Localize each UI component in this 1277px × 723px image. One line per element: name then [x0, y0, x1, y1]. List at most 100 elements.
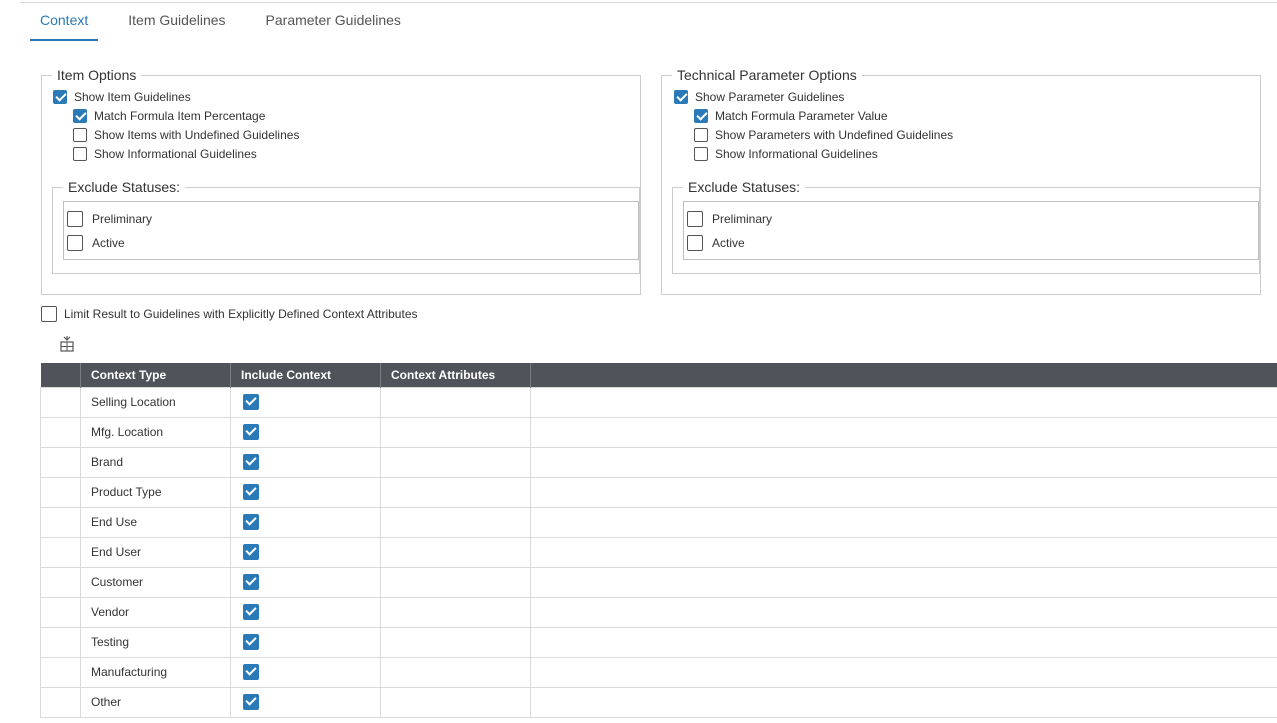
context-attributes-cell[interactable] [380, 416, 531, 448]
row-selector-cell[interactable] [40, 416, 81, 448]
context-type-cell: Customer [80, 566, 231, 598]
filler-cell [530, 476, 1277, 508]
filler-cell [530, 506, 1277, 538]
table-row[interactable]: Selling Location [40, 386, 1277, 418]
show-informational-param-option[interactable]: Show Informational Guidelines [694, 147, 878, 161]
show-informational-option[interactable]: Show Informational Guidelines [73, 147, 257, 161]
context-attributes-cell[interactable] [380, 596, 531, 628]
show-items-undefined-option[interactable]: Show Items with Undefined Guidelines [73, 128, 299, 142]
context-type-cell: Mfg. Location [80, 416, 231, 448]
table-row[interactable]: Other [40, 686, 1277, 718]
tab-context[interactable]: Context [30, 4, 99, 41]
show-parameter-guidelines-checkbox[interactable] [674, 90, 688, 104]
include-context-checkbox[interactable] [243, 484, 259, 500]
show-informational-param-checkbox[interactable] [694, 147, 708, 161]
context-attributes-cell[interactable] [380, 686, 531, 718]
status-active-option[interactable]: Active [687, 235, 745, 251]
context-attributes-cell[interactable] [380, 386, 531, 418]
row-selector-cell[interactable] [40, 566, 81, 598]
context-type-cell: End User [80, 536, 231, 568]
include-context-checkbox[interactable] [243, 694, 259, 710]
table-header-row: Context Type Include Context Context Att… [40, 363, 1277, 387]
status-label: Active [92, 236, 125, 250]
table-row[interactable]: Vendor [40, 596, 1277, 628]
row-selector-cell[interactable] [40, 446, 81, 478]
show-informational-checkbox[interactable] [73, 147, 87, 161]
table-row[interactable]: Brand [40, 446, 1277, 478]
table-row[interactable]: Customer [40, 566, 1277, 598]
show-parameters-undefined-option[interactable]: Show Parameters with Undefined Guideline… [694, 128, 953, 142]
include-context-checkbox[interactable] [243, 424, 259, 440]
option-label: Show Informational Guidelines [94, 147, 257, 161]
include-context-checkbox[interactable] [243, 544, 259, 560]
context-type-header[interactable]: Context Type [80, 363, 231, 387]
include-context-checkbox[interactable] [243, 394, 259, 410]
context-attributes-cell[interactable] [380, 536, 531, 568]
match-formula-parameter-value-checkbox[interactable] [694, 109, 708, 123]
context-type-cell: Brand [80, 446, 231, 478]
status-active-checkbox[interactable] [687, 235, 703, 251]
include-context-cell [230, 476, 381, 508]
tab-item-guidelines[interactable]: Item Guidelines [118, 4, 235, 41]
status-active-option[interactable]: Active [67, 235, 125, 251]
status-active-checkbox[interactable] [67, 235, 83, 251]
row-selector-cell[interactable] [40, 386, 81, 418]
include-context-cell [230, 506, 381, 538]
row-selector-cell[interactable] [40, 596, 81, 628]
include-context-header[interactable]: Include Context [230, 363, 381, 387]
table-row[interactable]: Manufacturing [40, 656, 1277, 688]
status-preliminary-checkbox[interactable] [687, 211, 703, 227]
show-items-undefined-checkbox[interactable] [73, 128, 87, 142]
context-attributes-cell[interactable] [380, 446, 531, 478]
context-attributes-cell[interactable] [380, 656, 531, 688]
context-attributes-header[interactable]: Context Attributes [380, 363, 531, 387]
row-selector-cell[interactable] [40, 686, 81, 718]
option-label: Show Parameter Guidelines [695, 90, 845, 104]
table-row[interactable]: End Use [40, 506, 1277, 538]
status-preliminary-option[interactable]: Preliminary [687, 211, 772, 227]
match-formula-item-percentage-option[interactable]: Match Formula Item Percentage [73, 109, 265, 123]
status-list: Preliminary Active [683, 201, 1259, 260]
status-preliminary-checkbox[interactable] [67, 211, 83, 227]
match-formula-parameter-value-option[interactable]: Match Formula Parameter Value [694, 109, 888, 123]
include-context-checkbox[interactable] [243, 664, 259, 680]
table-row[interactable]: End User [40, 536, 1277, 568]
context-attributes-cell[interactable] [380, 626, 531, 658]
include-context-checkbox[interactable] [243, 454, 259, 470]
context-attributes-cell[interactable] [380, 566, 531, 598]
item-options-legend: Item Options [52, 67, 142, 83]
include-context-cell [230, 686, 381, 718]
row-selector-cell[interactable] [40, 536, 81, 568]
row-selector-cell[interactable] [40, 476, 81, 508]
table-row[interactable]: Testing [40, 626, 1277, 658]
include-context-checkbox[interactable] [243, 634, 259, 650]
limit-result-checkbox[interactable] [41, 306, 57, 322]
status-list: Preliminary Active [63, 201, 639, 260]
status-label: Preliminary [92, 212, 153, 226]
row-selector-cell[interactable] [40, 656, 81, 688]
export-grid-icon[interactable] [60, 336, 74, 352]
context-type-cell: Testing [80, 626, 231, 658]
show-parameters-undefined-checkbox[interactable] [694, 128, 708, 142]
match-formula-item-percentage-checkbox[interactable] [73, 109, 87, 123]
show-parameter-guidelines-option[interactable]: Show Parameter Guidelines [674, 90, 844, 104]
include-context-cell [230, 566, 381, 598]
include-context-checkbox[interactable] [243, 574, 259, 590]
status-preliminary-option[interactable]: Preliminary [67, 211, 152, 227]
show-item-guidelines-checkbox[interactable] [53, 90, 67, 104]
row-selector-cell[interactable] [40, 506, 81, 538]
include-context-checkbox[interactable] [243, 514, 259, 530]
context-type-cell: Manufacturing [80, 656, 231, 688]
top-divider [20, 2, 1277, 3]
context-attributes-cell[interactable] [380, 476, 531, 508]
context-attributes-cell[interactable] [380, 506, 531, 538]
include-context-checkbox[interactable] [243, 604, 259, 620]
filler-cell [530, 686, 1277, 718]
table-row[interactable]: Mfg. Location [40, 416, 1277, 448]
row-selector-cell[interactable] [40, 626, 81, 658]
limit-result-option[interactable]: Limit Result to Guidelines with Explicit… [41, 306, 418, 322]
include-context-cell [230, 626, 381, 658]
table-row[interactable]: Product Type [40, 476, 1277, 508]
tab-parameter-guidelines[interactable]: Parameter Guidelines [256, 4, 411, 41]
show-item-guidelines-option[interactable]: Show Item Guidelines [53, 90, 191, 104]
